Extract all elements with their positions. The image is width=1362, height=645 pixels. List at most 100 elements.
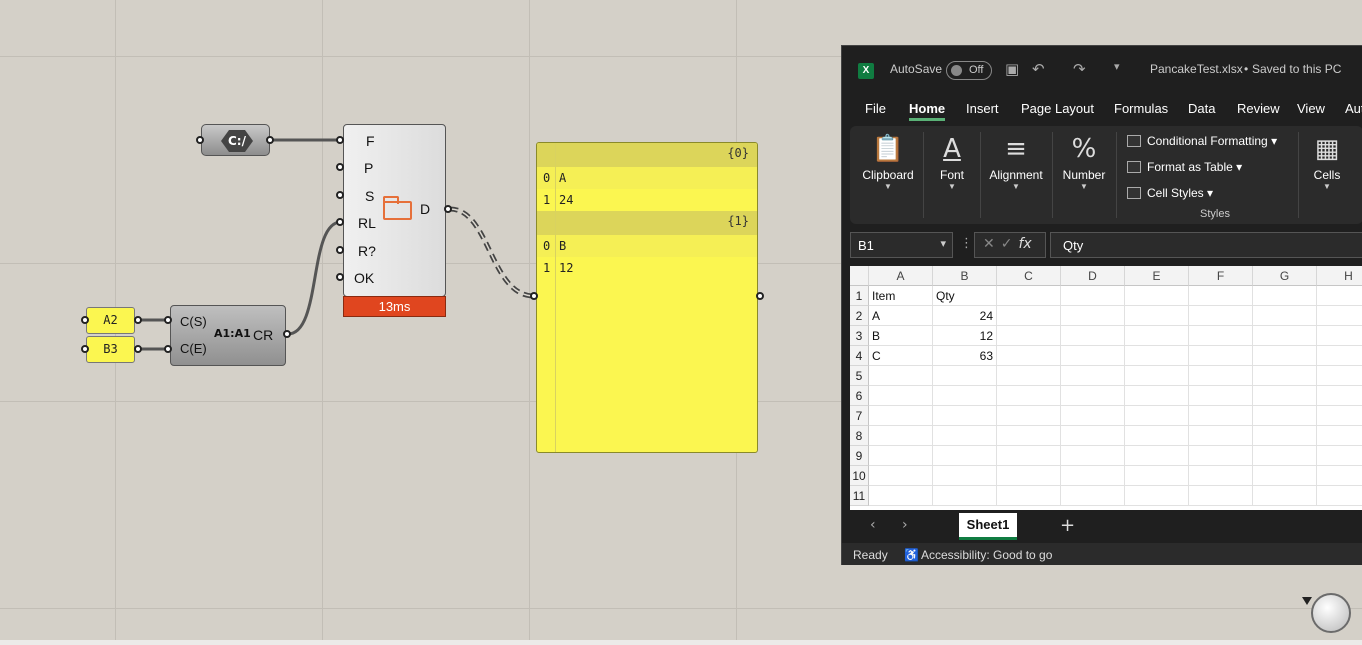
cell-c7[interactable]: [997, 406, 1061, 426]
undo-icon[interactable]: ↶: [1032, 60, 1045, 78]
redo-icon[interactable]: ↷: [1073, 60, 1086, 78]
cell-f2[interactable]: [1189, 306, 1253, 326]
cell-f11[interactable]: [1189, 486, 1253, 506]
cell-h1[interactable]: [1317, 286, 1362, 306]
input-grip[interactable]: [336, 273, 344, 281]
input-grip[interactable]: [336, 163, 344, 171]
tab-data[interactable]: Data: [1188, 101, 1215, 116]
cancel-icon[interactable]: ✕: [983, 236, 1001, 252]
cell-f5[interactable]: [1189, 366, 1253, 386]
cell-e3[interactable]: [1125, 326, 1189, 346]
cell-a5[interactable]: [869, 366, 933, 386]
file-path-param[interactable]: C:/: [201, 124, 270, 156]
column-header[interactable]: D: [1061, 266, 1125, 286]
cell-c9[interactable]: [997, 446, 1061, 466]
cell-c5[interactable]: [997, 366, 1061, 386]
cell-g3[interactable]: [1253, 326, 1317, 346]
cell-f7[interactable]: [1189, 406, 1253, 426]
autosave-toggle[interactable]: Off: [946, 61, 992, 80]
column-header[interactable]: A: [869, 266, 933, 286]
cell-a7[interactable]: [869, 406, 933, 426]
cell-e1[interactable]: [1125, 286, 1189, 306]
column-header[interactable]: B: [933, 266, 997, 286]
cell-g1[interactable]: [1253, 286, 1317, 306]
cell-b6[interactable]: [933, 386, 997, 406]
cell-d1[interactable]: [1061, 286, 1125, 306]
input-grip[interactable]: [336, 246, 344, 254]
more-options-icon[interactable]: ⋮: [960, 236, 973, 251]
row-header[interactable]: 2: [850, 306, 869, 326]
cell-g5[interactable]: [1253, 366, 1317, 386]
cell-h7[interactable]: [1317, 406, 1362, 426]
cell-d11[interactable]: [1061, 486, 1125, 506]
cell-d3[interactable]: [1061, 326, 1125, 346]
cell-a11[interactable]: [869, 486, 933, 506]
cell-h11[interactable]: [1317, 486, 1362, 506]
cell-b10[interactable]: [933, 466, 997, 486]
cell-h5[interactable]: [1317, 366, 1362, 386]
cell-b9[interactable]: [933, 446, 997, 466]
worksheet-grid[interactable]: A B C D E F G H 1 Item Qty 2 A 24 3 B 12 4 C 63 5 6 7 8 9 10 11: [850, 266, 1362, 510]
cell-a2[interactable]: A: [869, 306, 933, 326]
font-group[interactable]: A Font ▼: [930, 132, 974, 191]
cell-f1[interactable]: [1189, 286, 1253, 306]
tab-page-layout[interactable]: Page Layout: [1021, 101, 1094, 116]
row-header[interactable]: 9: [850, 446, 869, 466]
cell-d7[interactable]: [1061, 406, 1125, 426]
cell-d6[interactable]: [1061, 386, 1125, 406]
row-header[interactable]: 10: [850, 466, 869, 486]
column-header[interactable]: C: [997, 266, 1061, 286]
input-grip[interactable]: [81, 345, 89, 353]
column-header[interactable]: H: [1317, 266, 1362, 286]
row-header[interactable]: 1: [850, 286, 869, 306]
cell-d4[interactable]: [1061, 346, 1125, 366]
panel-b3[interactable]: B3: [86, 336, 135, 363]
cell-e10[interactable]: [1125, 466, 1189, 486]
cell-h4[interactable]: [1317, 346, 1362, 366]
cell-a4[interactable]: C: [869, 346, 933, 366]
cell-d10[interactable]: [1061, 466, 1125, 486]
cell-h2[interactable]: [1317, 306, 1362, 326]
cell-a3[interactable]: B: [869, 326, 933, 346]
input-grip[interactable]: [336, 136, 344, 144]
cell-d9[interactable]: [1061, 446, 1125, 466]
output-grip[interactable]: [134, 316, 142, 324]
cell-a10[interactable]: [869, 466, 933, 486]
cell-f4[interactable]: [1189, 346, 1253, 366]
clipboard-group[interactable]: 📋 Clipboard ▼: [860, 132, 916, 191]
conditional-formatting-button[interactable]: Conditional Formatting ▾: [1127, 134, 1277, 148]
input-grip[interactable]: [81, 316, 89, 324]
tab-automate[interactable]: Aut: [1345, 101, 1362, 116]
row-header[interactable]: 8: [850, 426, 869, 446]
cell-g6[interactable]: [1253, 386, 1317, 406]
cell-c8[interactable]: [997, 426, 1061, 446]
cell-c2[interactable]: [997, 306, 1061, 326]
cell-h8[interactable]: [1317, 426, 1362, 446]
excel-reader-component[interactable]: F P S RL R? OK D: [343, 124, 446, 297]
data-panel[interactable]: {0} 0A 1 24 {1} 0B 1 12: [536, 142, 758, 453]
row-header[interactable]: 6: [850, 386, 869, 406]
cell-b11[interactable]: [933, 486, 997, 506]
cell-c3[interactable]: [997, 326, 1061, 346]
cell-b1[interactable]: Qty: [933, 286, 997, 306]
previous-sheet-icon[interactable]: ‹: [870, 517, 876, 533]
add-sheet-icon[interactable]: +: [1060, 515, 1075, 536]
cell-c6[interactable]: [997, 386, 1061, 406]
column-header[interactable]: F: [1189, 266, 1253, 286]
input-grip[interactable]: [164, 345, 172, 353]
cell-g4[interactable]: [1253, 346, 1317, 366]
cell-e8[interactable]: [1125, 426, 1189, 446]
cell-b3[interactable]: 12: [933, 326, 997, 346]
canvas-navigation-widget[interactable]: [1311, 593, 1351, 633]
cell-range-component[interactable]: C(S) C(E) A1:A1 CR: [170, 305, 286, 366]
cell-a9[interactable]: [869, 446, 933, 466]
cell-e6[interactable]: [1125, 386, 1189, 406]
cell-h10[interactable]: [1317, 466, 1362, 486]
row-header[interactable]: 7: [850, 406, 869, 426]
cell-a6[interactable]: [869, 386, 933, 406]
cell-g9[interactable]: [1253, 446, 1317, 466]
input-grip[interactable]: [336, 191, 344, 199]
cell-f9[interactable]: [1189, 446, 1253, 466]
formula-input[interactable]: Qty: [1050, 232, 1362, 258]
cell-e9[interactable]: [1125, 446, 1189, 466]
